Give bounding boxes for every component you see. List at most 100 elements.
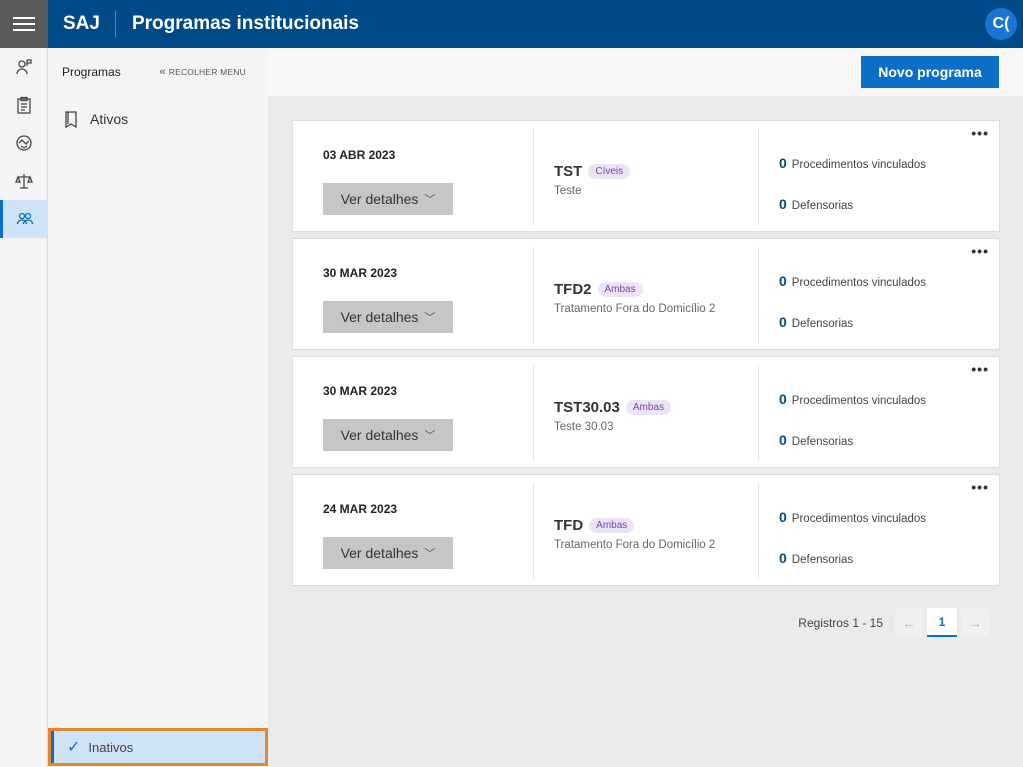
view-details-label: Ver detalhes [340, 309, 419, 325]
defensorias-label: Defensorias [791, 318, 854, 330]
view-details-button[interactable]: Ver detalhes ﹀ [323, 183, 453, 215]
defensorias-label: Defensorias [791, 200, 854, 212]
chevron-down-icon: ﹀ [424, 194, 436, 206]
column-divider [533, 365, 534, 461]
rail-item-records[interactable] [0, 86, 47, 124]
defensorias-stat: 0 Defensorias [779, 432, 853, 448]
procedures-stat: 0 Procedimentos vinculados [779, 509, 926, 525]
active-accent-bar [51, 731, 54, 763]
side-item-label: Inativos [88, 739, 134, 755]
page-title: Programas institucionais [131, 13, 359, 34]
defensorias-count: 0 [779, 196, 787, 212]
procedures-stat: 0 Procedimentos vinculados [779, 155, 926, 171]
procedures-count: 0 [779, 155, 787, 171]
more-options-icon[interactable]: ••• [971, 244, 989, 258]
double-chevron-left-icon: « [159, 66, 166, 78]
program-type-badge: Cíveis [588, 164, 631, 179]
new-program-button[interactable]: Novo programa [861, 56, 999, 88]
person-flag-icon [15, 59, 32, 75]
program-code: TST [554, 163, 583, 180]
rail-item-justice[interactable] [0, 162, 47, 200]
defensorias-label: Defensorias [791, 436, 854, 448]
chevron-down-icon: ﹀ [424, 312, 436, 324]
defensorias-count: 0 [779, 314, 787, 330]
user-avatar[interactable]: C( [985, 8, 1017, 40]
view-details-label: Ver detalhes [340, 427, 419, 443]
program-card: 30 MAR 2023 Ver detalhes ﹀ TST30.03 Ambas… [292, 356, 1000, 468]
side-item-ativos[interactable]: Ativos [48, 104, 268, 134]
column-divider [533, 483, 534, 579]
page-number-button[interactable]: 1 [927, 608, 957, 637]
more-options-icon[interactable]: ••• [971, 480, 989, 494]
program-date: 30 MAR 2023 [323, 384, 398, 398]
procedures-count: 0 [779, 509, 787, 525]
procedures-label: Procedimentos vinculados [791, 513, 927, 525]
program-date: 24 MAR 2023 [323, 502, 398, 516]
column-divider [533, 247, 534, 343]
procedures-label: Procedimentos vinculados [791, 395, 927, 407]
top-bar: SAJ Programas institucionais C( [0, 0, 1023, 48]
more-options-icon[interactable]: ••• [971, 126, 989, 140]
procedures-stat: 0 Procedimentos vinculados [779, 391, 926, 407]
program-heading: TFD2 Ambas [554, 281, 643, 298]
defensorias-label: Defensorias [791, 554, 854, 566]
side-menu-title: Programas [62, 65, 121, 79]
program-code: TST30.03 [554, 399, 620, 416]
defensorias-count: 0 [779, 550, 787, 566]
view-details-button[interactable]: Ver detalhes ﹀ [323, 537, 453, 569]
program-card: 30 MAR 2023 Ver detalhes ﹀ TFD2 Ambas Tra… [292, 238, 1000, 350]
program-description: Tratamento Fora do Domicílio 2 [554, 303, 716, 315]
defensorias-stat: 0 Defensorias [779, 550, 853, 566]
side-item-label: Ativos [90, 111, 129, 127]
defensorias-count: 0 [779, 432, 787, 448]
next-page-arrow-icon[interactable]: → [961, 608, 989, 637]
scales-icon [14, 174, 33, 189]
check-icon: ✓ [67, 739, 81, 756]
brand-logo[interactable]: SAJ [48, 0, 115, 48]
procedures-count: 0 [779, 273, 787, 289]
view-details-label: Ver detalhes [340, 191, 419, 207]
side-item-inativos[interactable]: ✓ Inativos [48, 728, 268, 766]
action-bar: Novo programa [268, 48, 1023, 96]
program-type-badge: Ambas [625, 400, 671, 415]
program-code: TFD2 [554, 281, 592, 298]
defensorias-stat: 0 Defensorias [779, 196, 853, 212]
chevron-down-icon: ﹀ [424, 430, 436, 442]
bookmark-icon [65, 110, 77, 128]
rail-item-programs[interactable] [0, 200, 47, 238]
program-code: TFD [554, 517, 584, 534]
procedures-stat: 0 Procedimentos vinculados [779, 273, 926, 289]
program-description: Teste [554, 185, 582, 197]
program-card: 03 ABR 2023 Ver detalhes ﹀ TST Cíveis Tes… [292, 120, 1000, 232]
program-type-badge: Ambas [589, 518, 635, 533]
people-icon [16, 212, 34, 225]
view-details-button[interactable]: Ver detalhes ﹀ [323, 419, 453, 451]
rail-item-agreements[interactable] [0, 124, 47, 162]
defensorias-stat: 0 Defensorias [779, 314, 853, 330]
previous-page-arrow-icon[interactable]: ← [895, 608, 923, 637]
view-details-label: Ver detalhes [340, 545, 419, 561]
program-list: 03 ABR 2023 Ver detalhes ﹀ TST Cíveis Tes… [292, 120, 1000, 592]
collapse-menu-label: RECOLHER MENU [168, 67, 246, 77]
program-description: Teste 30.03 [554, 421, 614, 433]
rail-item-assisted[interactable] [0, 48, 47, 86]
collapse-menu-button[interactable]: « RECOLHER MENU [159, 66, 246, 78]
side-menu: Programas « RECOLHER MENU Ativos ✓ Inati… [48, 48, 268, 767]
side-menu-header: Programas « RECOLHER MENU [48, 48, 268, 96]
column-divider [533, 129, 534, 225]
column-divider [758, 247, 759, 343]
program-date: 30 MAR 2023 [323, 266, 398, 280]
program-card: 24 MAR 2023 Ver detalhes ﹀ TFD Ambas Trat… [292, 474, 1000, 586]
program-type-badge: Ambas [597, 282, 643, 297]
program-heading: TST30.03 Ambas [554, 399, 671, 416]
procedures-label: Procedimentos vinculados [791, 277, 927, 289]
icon-rail [0, 48, 48, 767]
procedures-label: Procedimentos vinculados [791, 159, 927, 171]
column-divider [758, 483, 759, 579]
program-heading: TST Cíveis [554, 163, 631, 180]
clipboard-icon [16, 96, 31, 114]
more-options-icon[interactable]: ••• [971, 362, 989, 376]
hamburger-menu-icon[interactable] [0, 0, 48, 48]
records-count: Registros 1 - 15 [798, 615, 883, 630]
view-details-button[interactable]: Ver detalhes ﹀ [323, 301, 453, 333]
